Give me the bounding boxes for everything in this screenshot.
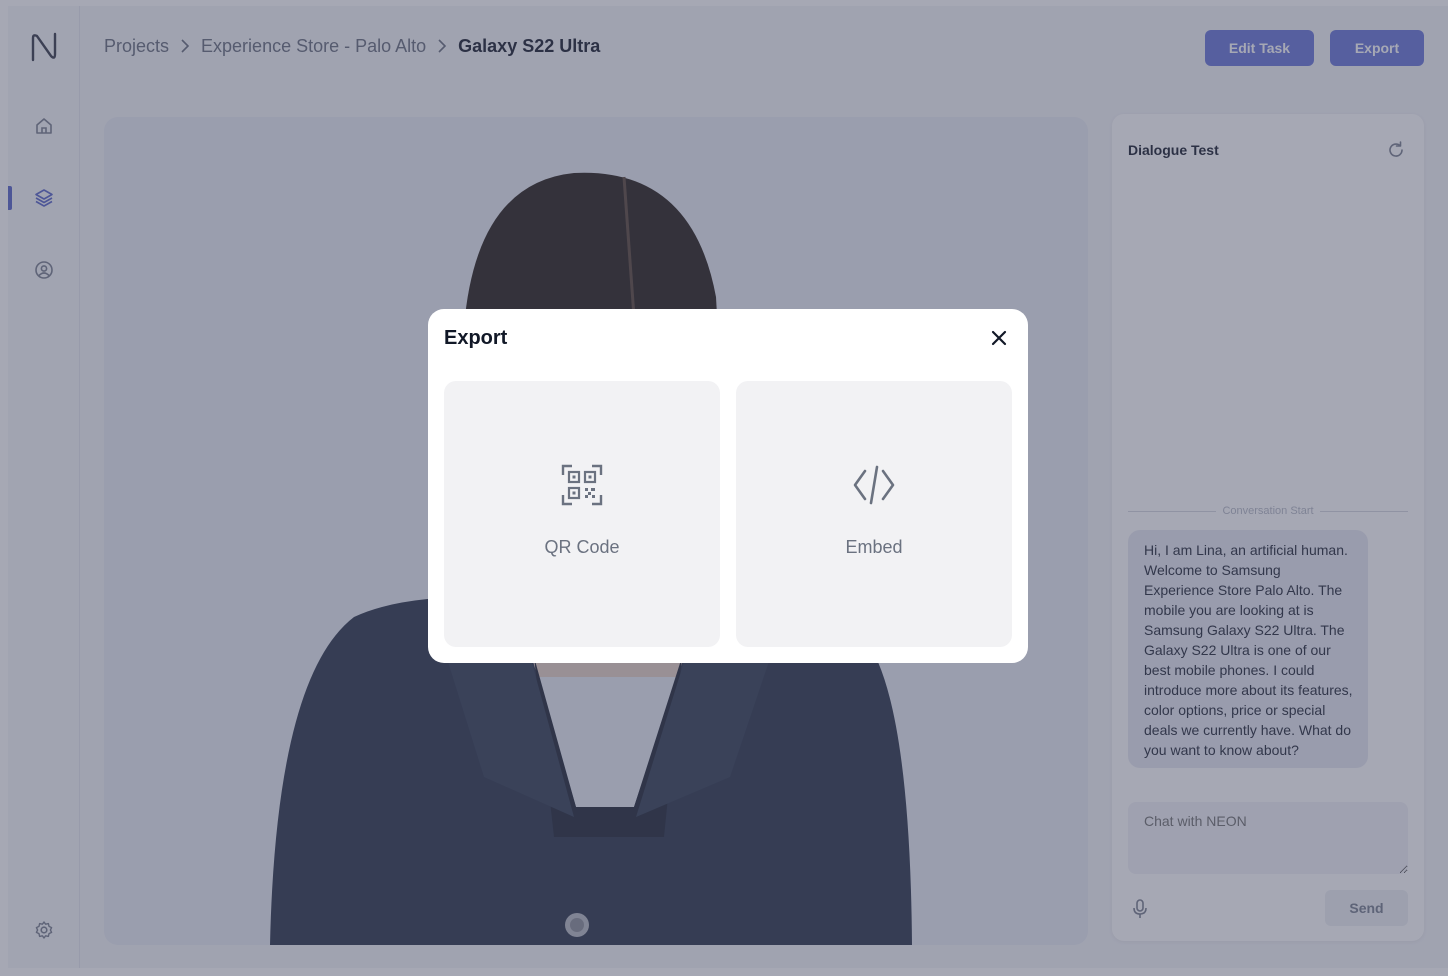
qr-code-label: QR Code	[544, 537, 620, 557]
modal-title: Export	[444, 327, 508, 349]
embed-option[interactable]: Embed	[736, 381, 1012, 647]
embed-label: Embed	[845, 537, 903, 557]
export-modal: Export QR Code Embed	[428, 309, 1028, 663]
qr-code-icon	[561, 464, 603, 506]
qr-code-option[interactable]: QR Code	[444, 381, 720, 647]
close-icon[interactable]	[988, 327, 1010, 349]
code-embed-icon	[853, 465, 895, 505]
